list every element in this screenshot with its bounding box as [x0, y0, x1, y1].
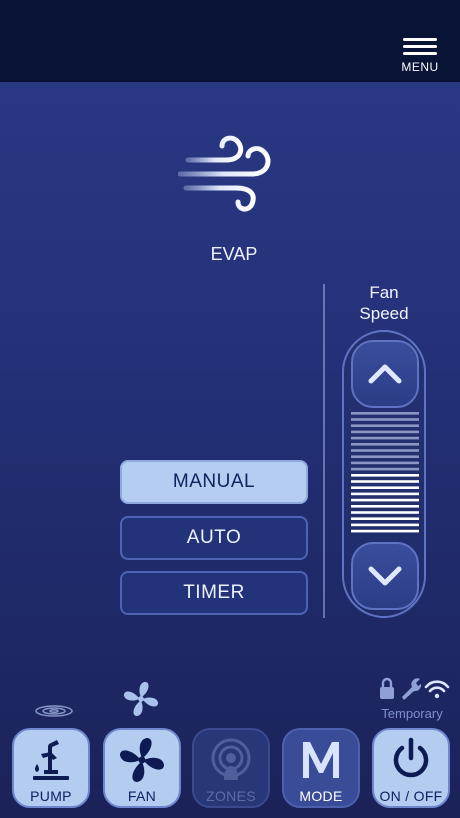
menu-label: MENU	[401, 60, 439, 74]
fan-icon	[120, 738, 164, 782]
fan-speed-bar	[351, 480, 419, 483]
divider	[323, 284, 325, 618]
fan-status-icon	[123, 681, 159, 717]
fan-speed-down-button[interactable]	[351, 542, 419, 610]
menu-icon-bar	[403, 52, 437, 55]
water-ripple-icon	[35, 705, 73, 717]
fan-speed-bar	[351, 492, 419, 496]
auto-mode-button[interactable]: AUTO	[120, 516, 308, 560]
fan-speed-bar	[351, 455, 419, 458]
fan-speed-bar	[351, 529, 419, 533]
lock-icon	[380, 677, 394, 699]
menu-button[interactable]: MENU	[400, 38, 440, 78]
fan-speed-title-line1: Fan	[369, 283, 399, 302]
chevron-down-icon	[368, 566, 402, 586]
fan-speed-bar	[351, 486, 419, 489]
pump-button[interactable]: PUMP	[12, 728, 90, 808]
pump-label: PUMP	[30, 788, 72, 804]
fan-speed-title: Fan Speed	[340, 282, 428, 324]
timer-mode-button[interactable]: TIMER	[120, 571, 308, 615]
fan-speed-title-line2: Speed	[359, 304, 409, 323]
top-bar: MENU	[0, 0, 460, 82]
fan-button[interactable]: FAN	[103, 728, 181, 808]
connection-status-label: Temporary	[381, 706, 443, 721]
pump-icon	[33, 740, 69, 780]
manual-mode-button[interactable]: MANUAL	[120, 460, 308, 504]
chevron-up-icon	[368, 364, 402, 384]
fan-speed-bar	[351, 430, 419, 434]
wind-icon	[178, 135, 271, 212]
fan-label: FAN	[127, 788, 157, 804]
fan-speed-up-button[interactable]	[351, 340, 419, 408]
fan-speed-bar	[351, 474, 419, 477]
fan-speed-bar	[351, 517, 419, 520]
status-icons	[380, 677, 450, 700]
wifi-icon	[424, 680, 450, 699]
mode-button[interactable]: MODE	[282, 728, 360, 808]
zones-icon	[211, 738, 251, 780]
power-icon	[393, 737, 429, 778]
fan-speed-bar	[351, 436, 419, 440]
fan-speed-level-bars	[351, 412, 419, 533]
on-off-label: ON / OFF	[379, 788, 443, 804]
fan-speed-bar	[351, 467, 419, 471]
fan-speed-bar	[351, 498, 419, 502]
fan-speed-bar	[351, 505, 419, 508]
menu-icon-bar	[403, 45, 437, 48]
fan-speed-bar	[351, 511, 419, 514]
on-off-button[interactable]: ON / OFF	[372, 728, 450, 808]
mode-label: MODE	[299, 788, 343, 804]
fan-speed-bar	[351, 443, 419, 446]
fan-speed-bar	[351, 412, 419, 415]
zones-button[interactable]: ZONES	[192, 728, 270, 808]
current-mode-label: EVAP	[210, 244, 258, 264]
fan-speed-bar	[351, 424, 419, 427]
wrench-icon	[402, 678, 422, 700]
zones-label: ZONES	[206, 788, 256, 804]
fan-speed-bar	[351, 461, 419, 465]
fan-speed-bar	[351, 523, 419, 527]
mode-m-icon	[303, 742, 339, 778]
fan-speed-bar	[351, 418, 419, 421]
menu-icon-bar	[403, 38, 437, 41]
fan-speed-bar	[351, 449, 419, 452]
